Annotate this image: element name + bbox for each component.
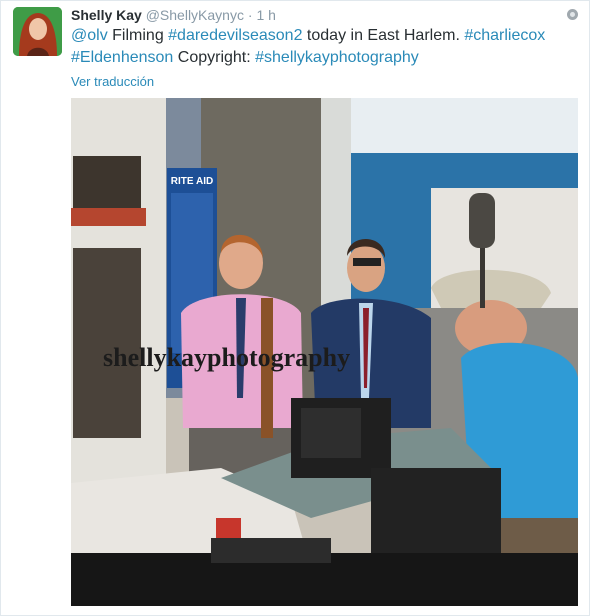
tweet-header: Shelly Kay @ShellyKaynyc · 1 h <box>71 7 276 23</box>
timestamp[interactable]: 1 h <box>256 7 275 23</box>
user-handle[interactable]: @ShellyKaynyc <box>146 7 244 23</box>
store-sign-text: RITE AID <box>171 176 213 187</box>
user-name[interactable]: Shelly Kay <box>71 7 142 23</box>
hashtag-link[interactable]: #Eldenhenson <box>71 49 173 66</box>
tweet-text-segment: Copyright: <box>173 49 256 66</box>
tweet-text-segment: today in East Harlem. <box>302 27 465 44</box>
tweet-text: @olv Filming #daredevilseason2 today in … <box>71 25 571 69</box>
mention-link[interactable]: @olv <box>71 27 108 44</box>
meta-separator: · <box>247 7 253 23</box>
hashtag-link[interactable]: #charliecox <box>464 27 545 44</box>
tweet-text-segment: Filming <box>107 27 169 44</box>
hashtag-link[interactable]: #shellykayphotography <box>255 49 419 66</box>
store-sign: RITE AID <box>171 176 213 187</box>
globe-icon <box>567 9 578 20</box>
tweet-card[interactable]: Shelly Kay @ShellyKaynyc · 1 h @olv Film… <box>0 0 590 616</box>
translate-link[interactable]: Ver traducción <box>71 74 154 89</box>
photo-watermark: shellykayphotography <box>103 343 351 372</box>
tweet-photo[interactable]: RITE AID shellykayphotography <box>71 98 578 606</box>
avatar[interactable] <box>13 7 62 56</box>
hashtag-link[interactable]: #daredevilseason2 <box>168 27 302 44</box>
